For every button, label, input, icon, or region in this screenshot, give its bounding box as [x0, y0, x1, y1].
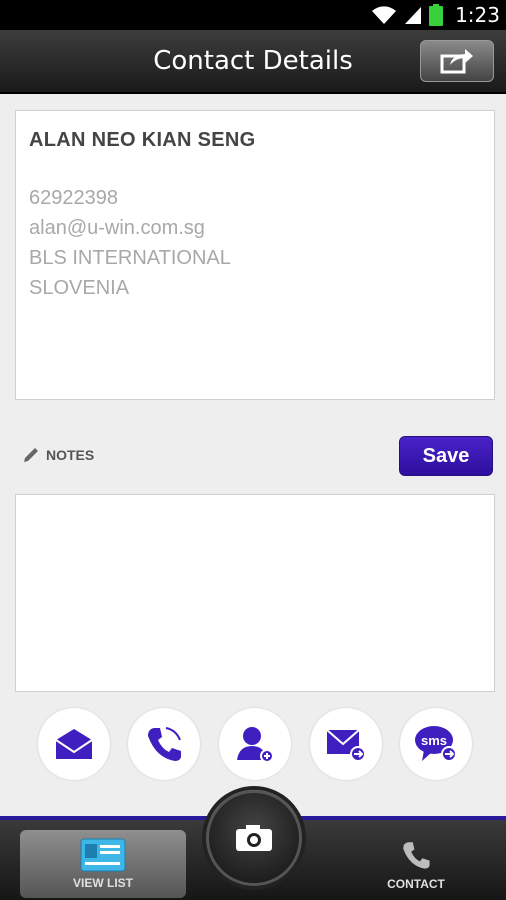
tab-contact-label: CONTACT — [387, 877, 445, 891]
email-button[interactable] — [38, 708, 110, 780]
forward-email-icon — [326, 729, 366, 762]
contact-phone-icon — [403, 842, 430, 869]
email-icon — [55, 729, 93, 759]
status-icons: 1:23 — [371, 2, 500, 28]
view-list-icon — [80, 838, 126, 872]
signal-icon — [405, 7, 422, 24]
forward-email-button[interactable] — [310, 708, 382, 780]
wifi-icon — [372, 6, 397, 24]
status-time: 1:23 — [455, 3, 500, 27]
add-contact-icon — [237, 727, 274, 763]
contact-phone: 62922398 — [29, 187, 118, 209]
tab-view-list-label: VIEW LIST — [73, 876, 133, 890]
camera-icon — [236, 825, 272, 851]
share-icon — [440, 49, 473, 74]
tab-contact[interactable]: CONTACT — [364, 834, 468, 896]
contact-email: alan@u-win.com.sg — [29, 217, 205, 239]
notes-header: NOTES — [22, 446, 94, 464]
battery-icon — [429, 4, 444, 26]
status-bar: 1:23 — [0, 0, 506, 30]
contact-country: SLOVENIA — [29, 277, 130, 299]
pencil-icon — [24, 448, 38, 462]
share-button[interactable] — [420, 40, 494, 82]
tab-view-list[interactable]: VIEW LIST — [20, 830, 186, 898]
add-contact-button[interactable] — [219, 708, 291, 780]
notes-textarea[interactable] — [15, 494, 495, 692]
camera-button[interactable] — [206, 790, 302, 886]
contact-company: BLS INTERNATIONAL — [29, 247, 231, 269]
title-bar: Contact Details — [0, 30, 506, 94]
sms-icon-text: sms — [421, 733, 447, 748]
contact-name: ALAN NEO KIAN SENG — [29, 129, 256, 151]
call-button[interactable] — [128, 708, 200, 780]
sms-button[interactable]: sms — [400, 708, 472, 780]
phone-icon — [148, 727, 181, 761]
contact-card: ALAN NEO KIAN SENG 62922398 alan@u-win.c… — [15, 110, 495, 400]
save-button[interactable]: Save — [399, 436, 493, 476]
notes-label: NOTES — [46, 447, 95, 463]
sms-icon: sms — [415, 726, 457, 762]
